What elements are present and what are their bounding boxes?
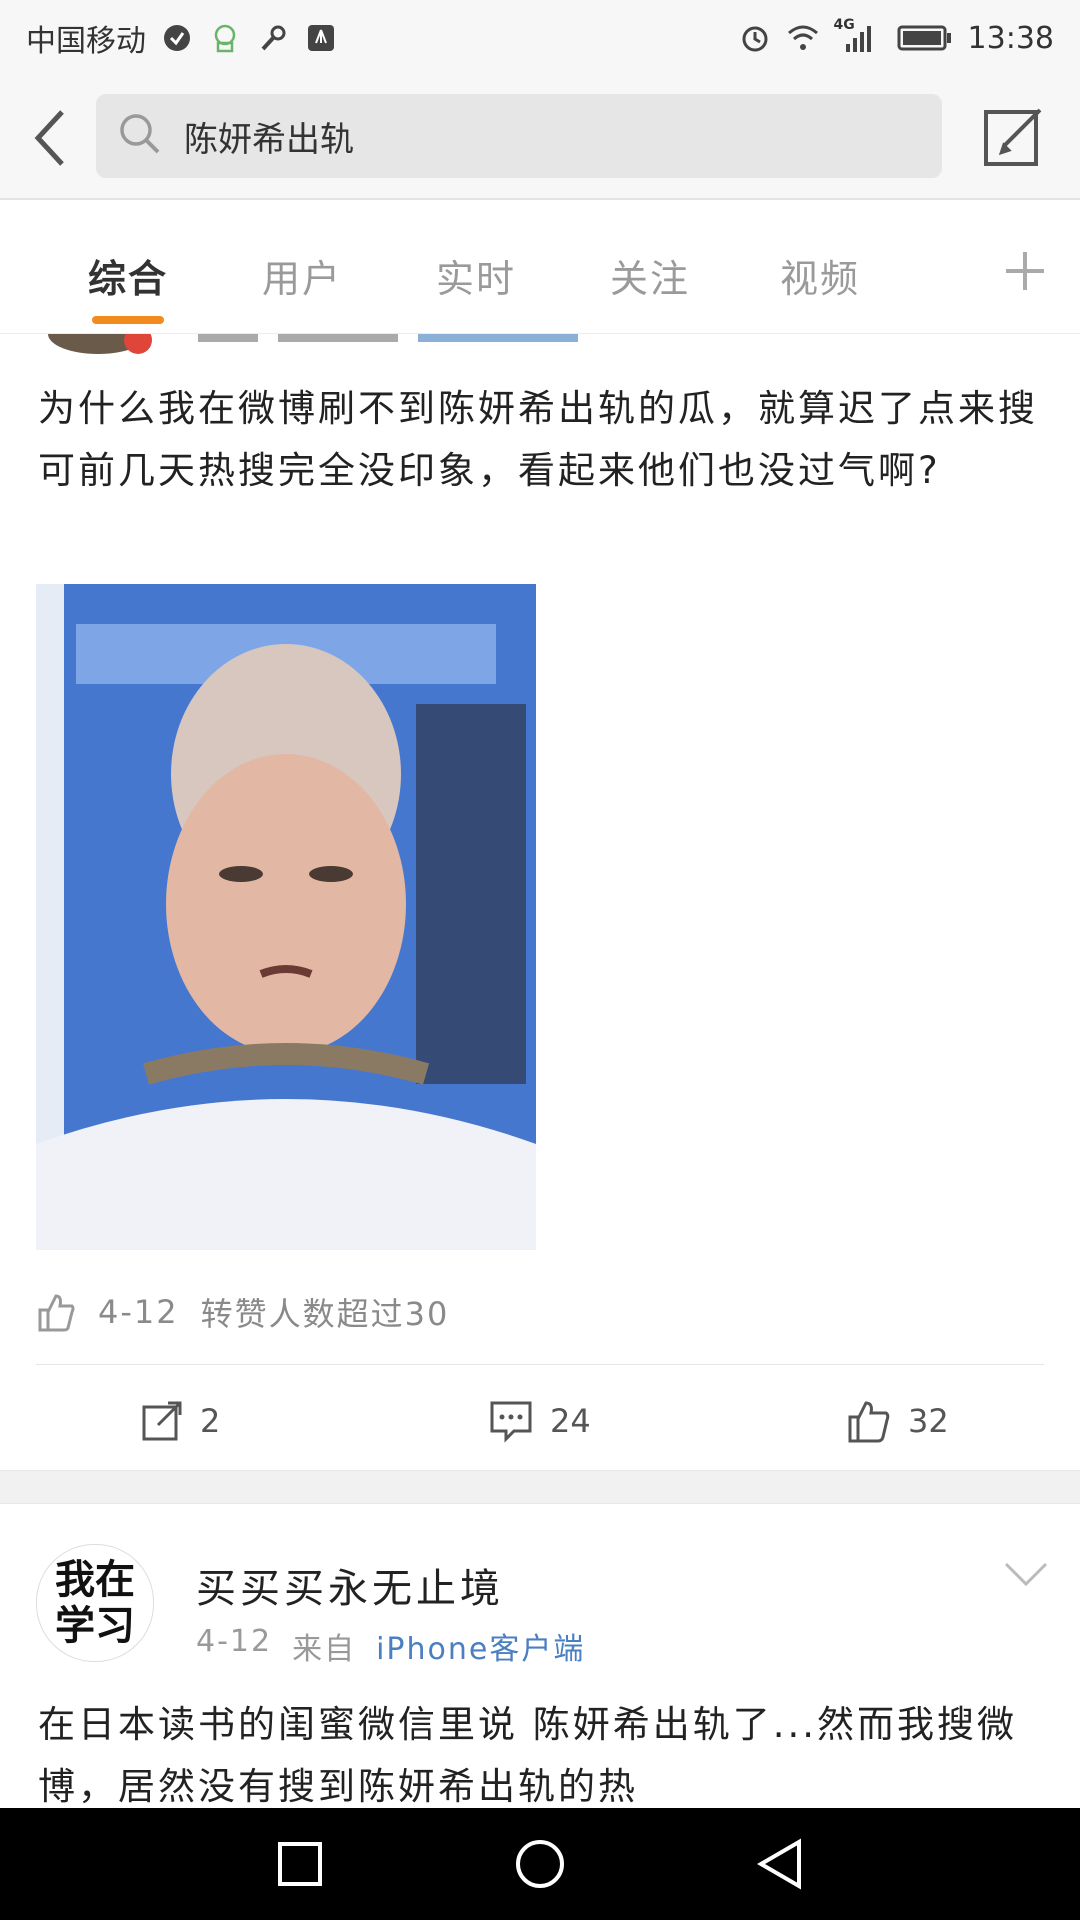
- post1-image[interactable]: [36, 584, 536, 1250]
- like-icon: [848, 1401, 890, 1443]
- avatar-text-line1: 我在: [55, 1557, 135, 1603]
- repost-icon: [142, 1401, 182, 1441]
- square-icon: [278, 1842, 322, 1886]
- like-count: 32: [908, 1402, 949, 1440]
- back-nav-button[interactable]: [752, 1836, 808, 1892]
- avatar-text-line2: 学习: [55, 1603, 135, 1649]
- search-query: 陈妍希出轨: [184, 119, 354, 160]
- back-arrow-icon: [34, 110, 64, 166]
- tab-users[interactable]: 用户: [262, 248, 342, 303]
- key-icon: [256, 21, 290, 55]
- post2-body[interactable]: 在日本读书的闺蜜微信里说 陈妍希出轨了...然而我搜微博，居然没有搜到陈妍希出轨…: [38, 1694, 1048, 1818]
- huawei-icon: [304, 21, 338, 55]
- status-left: 中国移动: [26, 16, 338, 60]
- like-button[interactable]: 32: [846, 1396, 949, 1446]
- comment-count: 24: [550, 1402, 591, 1440]
- alarm-icon: [738, 21, 772, 55]
- tab-realtime[interactable]: 实时: [436, 248, 516, 303]
- post2-meta: 4-12 来自 iPhone客户端: [196, 1624, 585, 1668]
- thumb-up-icon: [38, 1294, 75, 1332]
- tab-bar: 综合 用户 实时 关注 视频: [0, 208, 1080, 334]
- compose-icon: [984, 108, 1042, 166]
- active-tab-indicator: [92, 316, 164, 324]
- chat-icon: [208, 21, 242, 55]
- notification-icon: [160, 21, 194, 55]
- feed-separator: [0, 1470, 1080, 1504]
- comment-button[interactable]: 24: [488, 1396, 591, 1446]
- post1-divider: [36, 1364, 1044, 1365]
- add-tab-icon[interactable]: [1000, 246, 1050, 296]
- repost-count: 2: [200, 1402, 221, 1440]
- like-note-date: 4-12: [98, 1293, 179, 1331]
- circle-icon: [516, 1840, 564, 1888]
- wifi-icon: [786, 21, 820, 55]
- home-button[interactable]: [512, 1836, 568, 1892]
- post2-avatar[interactable]: 我在 学习: [36, 1544, 154, 1662]
- post1-header-remnant: [38, 334, 858, 354]
- chevron-down-icon[interactable]: [1002, 1556, 1050, 1592]
- system-nav-bar: [0, 1808, 1080, 1920]
- repost-button[interactable]: 2: [140, 1396, 220, 1446]
- comment-icon: [490, 1401, 532, 1443]
- triangle-back-icon: [757, 1838, 801, 1890]
- back-button[interactable]: [20, 102, 80, 174]
- post2-source[interactable]: iPhone客户端: [376, 1624, 585, 1668]
- search-input[interactable]: 陈妍希出轨: [96, 94, 942, 178]
- search-icon: [118, 112, 162, 160]
- post1-body[interactable]: 为什么我在微博刷不到陈妍希出轨的瓜，就算迟了点来搜可前几天热搜完全没印象，看起来…: [38, 378, 1048, 502]
- post1-like-note: 4-12 转赞人数超过30: [36, 1290, 449, 1334]
- battery-icon: [896, 21, 954, 55]
- tab-general[interactable]: 综合: [88, 248, 168, 303]
- status-bar: 中国移动 4G 13:38: [0, 0, 1080, 76]
- post2-date: 4-12: [196, 1624, 273, 1659]
- post2-from-label: 来自: [292, 1632, 357, 1667]
- recents-button[interactable]: [272, 1836, 328, 1892]
- tab-video[interactable]: 视频: [780, 248, 860, 303]
- clock-time: 13:38: [967, 20, 1054, 56]
- status-right: 4G 13:38: [738, 17, 1054, 56]
- tab-following[interactable]: 关注: [610, 248, 690, 303]
- signal-icon: 4G: [834, 17, 882, 55]
- search-header: 陈妍希出轨: [0, 76, 1080, 200]
- compose-button[interactable]: [978, 100, 1050, 172]
- network-type: 4G: [833, 17, 855, 33]
- carrier-label: 中国移动: [26, 24, 146, 59]
- like-note-text: 转赞人数超过30: [200, 1295, 450, 1333]
- post2-username[interactable]: 买买买永无止境: [196, 1556, 504, 1614]
